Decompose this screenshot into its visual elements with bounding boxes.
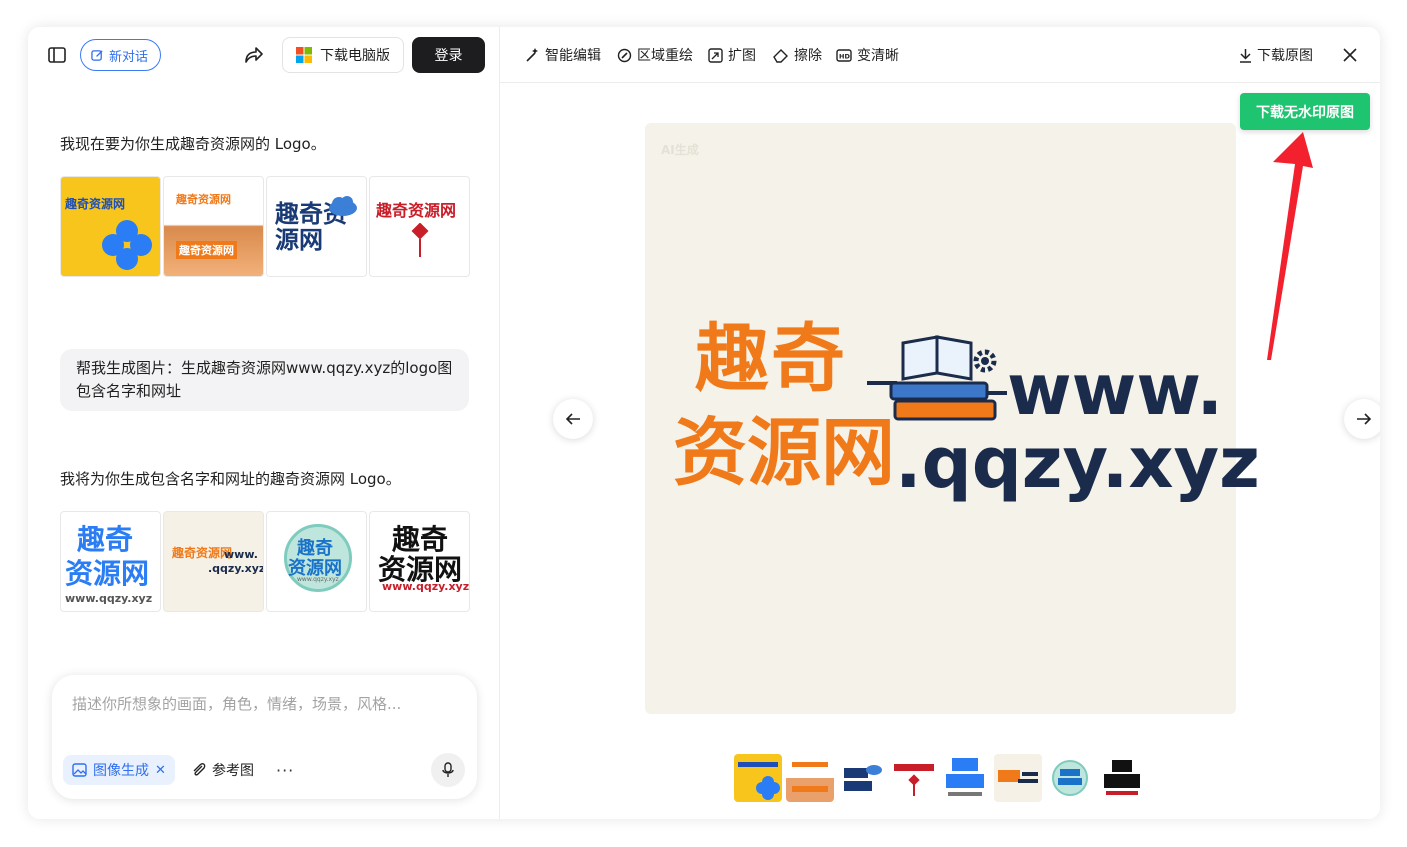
image-icon (72, 763, 87, 777)
watermark-text: AI生成 (661, 143, 699, 157)
books-gear-icon (867, 335, 1007, 421)
arrow-right-icon (1357, 413, 1372, 425)
strip-thumb-3[interactable] (838, 754, 886, 802)
strip-thumb-6[interactable] (994, 754, 1042, 802)
reference-label: 参考图 (212, 763, 254, 779)
logo-url-line2: .qqzy.xyz (895, 422, 1260, 504)
image-grid-2: 趣奇 资源网 www.qqzy.xyz 趣奇资源网 www. .qqzy.xyz… (60, 511, 470, 612)
enhance-clarity-label: 变清晰 (857, 48, 899, 64)
image-preview-panel: 智能编辑 区域重绘 扩图 擦除 HD 变清晰 下载原图 AI生成 趣奇 资源网 … (500, 27, 1380, 819)
sidebar-toggle-icon[interactable] (42, 41, 72, 69)
share-icon[interactable] (238, 41, 268, 69)
strip-thumb-4[interactable] (890, 754, 938, 802)
prompt-input[interactable]: 描述你所想象的画面，角色，情绪，场景，风格... (72, 693, 401, 714)
reference-image-button[interactable]: 参考图 (192, 755, 254, 785)
thumb-text: 趣奇资源网 (176, 241, 237, 259)
thumb-text: 资源网 (65, 557, 150, 590)
generated-image-4[interactable]: 趣奇资源网 (369, 176, 470, 277)
thumb-text: 趣奇资源网 (376, 201, 457, 220)
red-annotation-arrow (1267, 132, 1313, 360)
edit-toolbar: 智能编辑 区域重绘 扩图 擦除 HD 变清晰 下载原图 (500, 27, 1380, 83)
generated-image-5[interactable]: 趣奇 资源网 www.qqzy.xyz (60, 511, 161, 612)
expand-icon (708, 47, 723, 63)
image-generation-chip[interactable]: 图像生成 ✕ (63, 755, 175, 785)
previous-image-button[interactable] (553, 399, 593, 439)
download-pc-label: 下载电脑版 (320, 48, 390, 64)
strip-thumb-5[interactable] (942, 754, 990, 802)
hd-icon: HD (836, 48, 852, 62)
logo-url-line1: www. (1007, 349, 1224, 431)
download-original-button[interactable]: 下载原图 (1239, 45, 1313, 65)
logo-title-line2: 资源网 (673, 410, 895, 496)
knot-icon (411, 223, 429, 257)
expand-label: 扩图 (728, 48, 756, 64)
erase-button[interactable]: 擦除 (773, 45, 822, 65)
generated-image-7[interactable]: 趣奇 资源网 www.qqzy.xyz (266, 511, 367, 612)
strip-thumb-2[interactable] (786, 754, 834, 802)
brush-icon (617, 48, 632, 62)
thumbnail-strip (734, 754, 1146, 802)
thumb-text: 趣奇资源网 (65, 197, 126, 211)
strip-thumb-1[interactable] (734, 754, 782, 802)
thumb-text: .qqzy.xyz (208, 562, 264, 575)
magic-wand-icon (526, 48, 538, 62)
image-grid-1: 趣奇资源网 趣奇资源网 趣奇资源网 趣奇资源网 趣奇资源网 (60, 176, 470, 277)
close-chip-icon[interactable]: ✕ (155, 763, 166, 778)
paperclip-icon (193, 763, 206, 776)
region-redraw-button[interactable]: 区域重绘 (617, 45, 693, 65)
smart-edit-label: 智能编辑 (545, 48, 601, 64)
download-no-watermark-button[interactable]: 下载无水印原图 (1240, 93, 1370, 130)
thumb-text: 趣奇资源网 (172, 546, 233, 560)
generated-image-1[interactable]: 趣奇资源网 (60, 176, 161, 277)
smart-edit-button[interactable]: 智能编辑 (524, 45, 601, 65)
thumb-text: www.qqzy.xyz (297, 576, 339, 583)
thumb-text: www. (224, 548, 258, 561)
generated-image-8[interactable]: 趣奇 资源网 www.qqzy.xyz (369, 511, 470, 612)
windows-icon (296, 47, 312, 63)
app-window: 新对话 下载电脑版 登录 我现在要为你生成趣奇资源网的 Logo。 趣奇资源网 … (28, 27, 1380, 819)
preview-image: AI生成 趣奇 资源网 www. .qqzy.xyz (645, 123, 1260, 714)
prompt-composer: 描述你所想象的画面，角色，情绪，场景，风格... 图像生成 ✕ 参考图 ··· (52, 675, 477, 799)
arrow-left-icon (565, 413, 580, 425)
thumb-text: 趣奇资源网 (176, 193, 231, 206)
next-image-button[interactable] (1344, 399, 1380, 439)
user-message: 帮我生成图片：生成趣奇资源网www.qqzy.xyz的logo图包含名字和网址 (60, 349, 469, 411)
cloud-icon (329, 196, 357, 216)
login-button[interactable]: 登录 (412, 37, 485, 73)
generated-image-2[interactable]: 趣奇资源网 趣奇资源网 (163, 176, 264, 277)
thumb-text: www.qqzy.xyz (65, 592, 153, 605)
new-chat-label: 新对话 (109, 49, 149, 65)
strip-thumb-8[interactable] (1098, 754, 1146, 802)
close-icon[interactable] (1338, 43, 1362, 67)
edit-icon (91, 49, 103, 61)
chat-panel: 新对话 下载电脑版 登录 我现在要为你生成趣奇资源网的 Logo。 趣奇资源网 … (28, 27, 500, 819)
logo-shape (102, 220, 152, 270)
assistant-message-1: 我现在要为你生成趣奇资源网的 Logo。 (60, 135, 326, 153)
strip-thumb-7[interactable] (1046, 754, 1094, 802)
generated-image-6[interactable]: 趣奇资源网 www. .qqzy.xyz (163, 511, 264, 612)
new-chat-button[interactable]: 新对话 (80, 39, 162, 71)
microphone-icon[interactable] (431, 753, 465, 787)
download-original-label: 下载原图 (1257, 48, 1313, 64)
logo-title-line1: 趣奇 (695, 316, 847, 402)
svg-text:HD: HD (839, 52, 850, 60)
more-options-button[interactable]: ··· (276, 755, 294, 785)
enhance-clarity-button[interactable]: HD 变清晰 (836, 45, 899, 65)
expand-button[interactable]: 扩图 (708, 45, 756, 65)
download-icon (1240, 48, 1251, 63)
generated-image-3[interactable]: 趣奇资源网 (266, 176, 367, 277)
region-redraw-label: 区域重绘 (637, 48, 693, 64)
erase-label: 擦除 (794, 48, 822, 64)
thumb-text: www.qqzy.xyz (382, 580, 470, 593)
assistant-message-2: 我将为你生成包含名字和网址的趣奇资源网 Logo。 (60, 470, 401, 488)
download-pc-button[interactable]: 下载电脑版 (282, 37, 404, 73)
image-generation-label: 图像生成 (93, 763, 150, 779)
eraser-icon (773, 48, 788, 63)
